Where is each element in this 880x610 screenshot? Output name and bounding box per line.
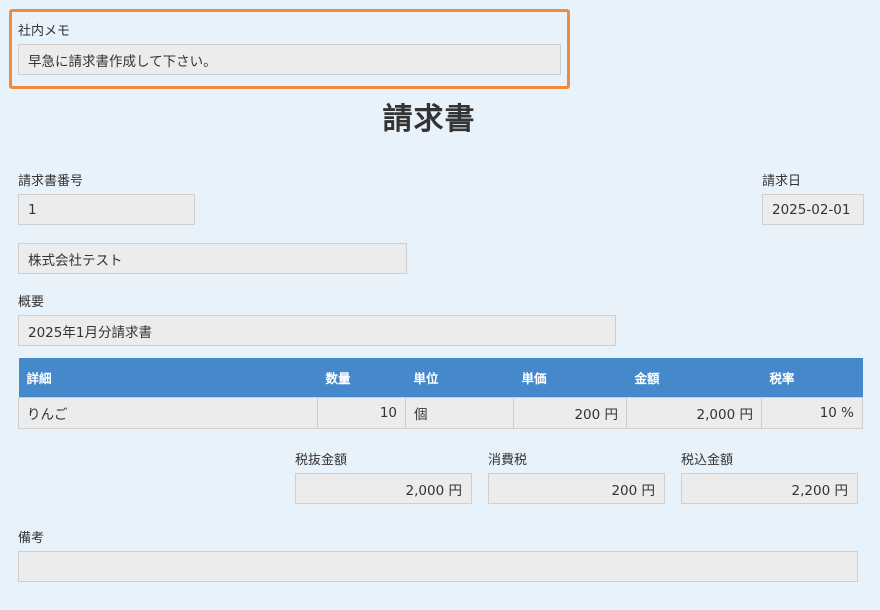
unit-cell[interactable]: 個: [405, 397, 514, 429]
tax-field[interactable]: 200 円: [488, 473, 665, 504]
tax-rate-cell[interactable]: 10 %: [761, 397, 863, 429]
subtotal-label: 税抜金額: [295, 453, 348, 468]
column-header-detail: 詳細: [18, 358, 318, 398]
column-header-unit-price: 単価: [513, 358, 627, 398]
column-header-amount: 金額: [626, 358, 762, 398]
column-header-quantity: 数量: [317, 358, 406, 398]
quantity-cell[interactable]: 10: [317, 397, 406, 429]
customer-name-field[interactable]: 株式会社テスト: [18, 243, 407, 274]
summary-label: 概要: [18, 295, 45, 310]
unit-price-cell[interactable]: 200 円: [513, 397, 627, 429]
table-row: りんご 10 個 200 円 2,000 円 10 %: [18, 397, 863, 429]
internal-memo-field[interactable]: 早急に請求書作成して下さい。: [18, 44, 561, 75]
invoice-date-field[interactable]: 2025-02-01: [762, 194, 864, 225]
invoice-number-field[interactable]: 1: [18, 194, 195, 225]
table-header-row: 詳細 数量 単位 単価 金額 税率: [18, 358, 863, 398]
notes-field[interactable]: [18, 551, 858, 582]
total-label: 税込金額: [681, 453, 734, 468]
internal-memo-label: 社内メモ: [18, 24, 71, 39]
column-header-tax-rate: 税率: [761, 358, 863, 398]
notes-label: 備考: [18, 531, 45, 546]
page-title: 請求書: [382, 102, 476, 137]
tax-label: 消費税: [488, 453, 528, 468]
column-header-unit: 単位: [405, 358, 514, 398]
subtotal-field[interactable]: 2,000 円: [295, 473, 472, 504]
amount-cell[interactable]: 2,000 円: [626, 397, 762, 429]
detail-table: 詳細 数量 単位 単価 金額 税率 りんご 10 個 200 円 2,000 円…: [18, 358, 863, 429]
total-field[interactable]: 2,200 円: [681, 473, 858, 504]
item-name-cell[interactable]: りんご: [18, 397, 318, 429]
invoice-date-label: 請求日: [762, 174, 802, 189]
invoice-number-label: 請求書番号: [18, 174, 84, 189]
summary-field[interactable]: 2025年1月分請求書: [18, 315, 616, 346]
